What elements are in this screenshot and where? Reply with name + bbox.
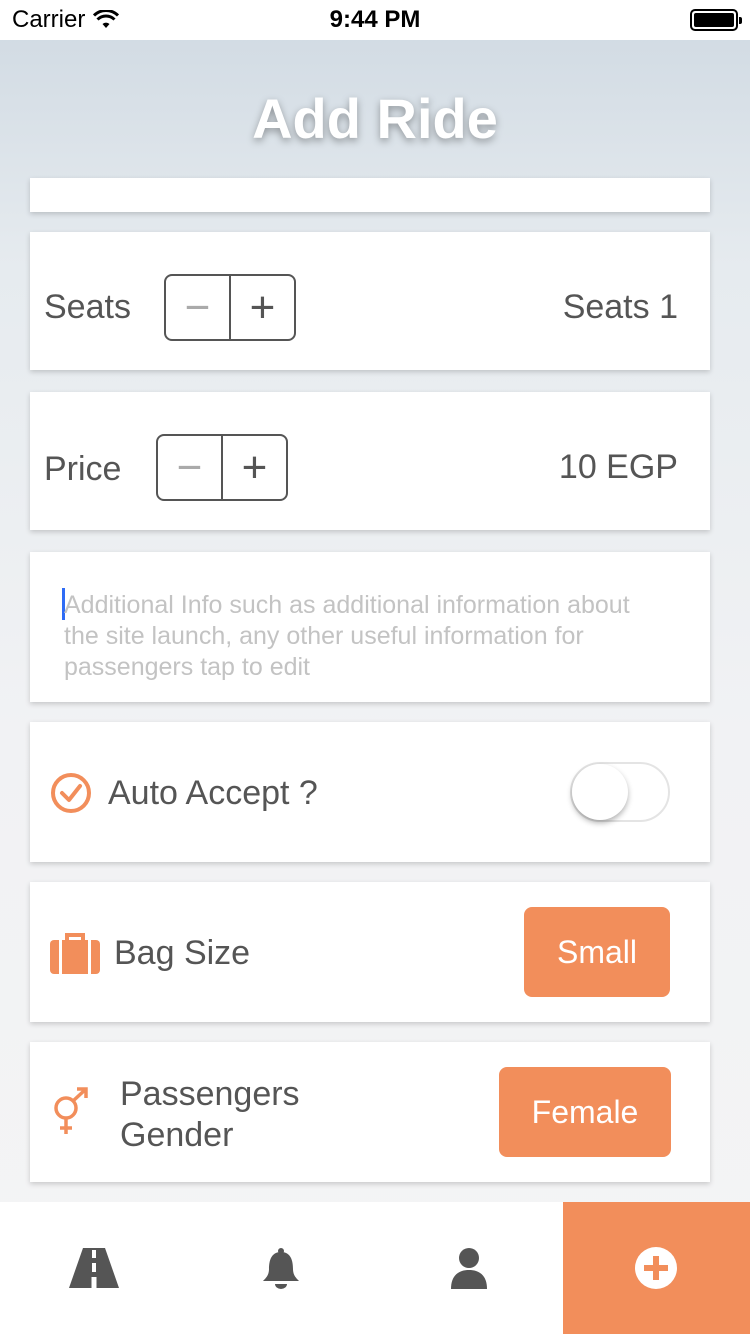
bell-icon [263,1248,300,1289]
passengers-gender-label-line1: Passengers [120,1075,300,1113]
tab-bar [0,1202,750,1334]
check-circle-icon [51,773,91,813]
bag-size-button[interactable]: Small [524,907,670,997]
additional-info-field[interactable]: Additional Info such as additional infor… [30,552,710,702]
battery-icon [690,9,742,31]
tab-rides[interactable] [0,1202,188,1334]
status-time: 9:44 PM [329,6,421,33]
additional-info-placeholder: Additional Info such as additional infor… [64,591,630,681]
bag-size-card: Bag Size Small [30,882,710,1022]
suitcase-icon [50,933,100,974]
seats-minus-button[interactable]: − [166,276,231,339]
page-title: Add Ride [252,87,498,150]
tab-add-ride[interactable] [562,1202,750,1334]
passengers-gender-label: Passengers Gender [120,1074,300,1156]
plus-circle-icon [635,1247,678,1289]
auto-accept-card: Auto Accept ? [30,722,710,862]
price-minus-button[interactable]: − [158,436,223,499]
road-icon [68,1248,119,1288]
auto-accept-toggle[interactable] [570,762,670,822]
status-right [690,9,742,31]
seats-plus-button[interactable]: + [231,276,294,339]
price-plus-button[interactable]: + [223,436,286,499]
passengers-gender-label-line2: Gender [120,1116,234,1154]
tab-profile[interactable] [375,1202,563,1334]
price-label: Price [44,450,122,488]
status-bar: Carrier 9:44 PM [0,0,750,40]
price-card: Price − + 10 EGP [30,392,710,530]
seats-stepper: − + [164,274,296,341]
seats-value: Seats 1 [562,288,678,326]
passengers-gender-card: Passengers Gender Female [30,1042,710,1182]
seats-label: Seats [44,288,131,326]
passengers-gender-button[interactable]: Female [499,1067,671,1157]
partial-card [30,178,710,212]
seats-card: Seats − + Seats 1 [30,232,710,370]
user-icon [450,1248,487,1289]
tab-notifications[interactable] [188,1202,376,1334]
auto-accept-label: Auto Accept ? [108,774,318,812]
gender-icon [54,1087,88,1134]
toggle-knob [572,764,628,820]
price-stepper: − + [156,434,288,501]
bag-size-label: Bag Size [114,934,251,972]
price-value: 10 EGP [558,448,678,486]
